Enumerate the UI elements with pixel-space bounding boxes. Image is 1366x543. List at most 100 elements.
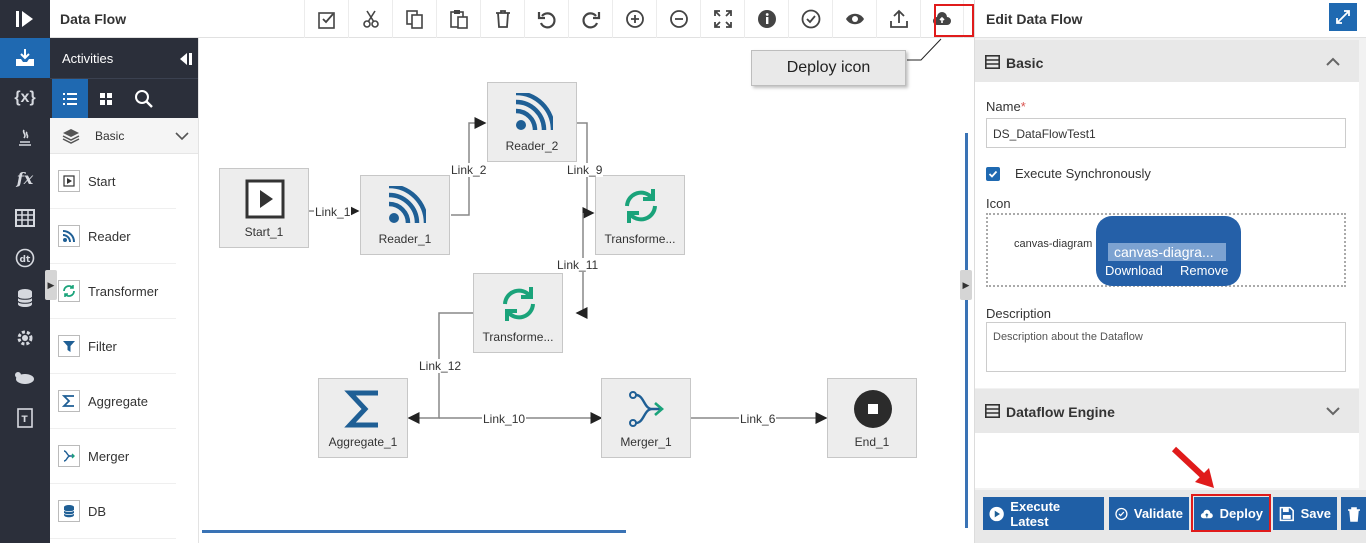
export-upload-icon[interactable] <box>876 0 920 38</box>
table-rail-icon[interactable] <box>0 198 50 238</box>
link-label[interactable]: Link_1 <box>314 205 352 219</box>
node-label: Start_1 <box>244 225 284 239</box>
link-label[interactable]: Link_6 <box>739 412 777 426</box>
function-rail-icon[interactable]: fx <box>0 158 50 198</box>
trash-icon <box>1348 506 1360 522</box>
node-start[interactable]: Start_1 <box>219 168 309 248</box>
paste-icon[interactable] <box>436 0 480 38</box>
expand-icon[interactable] <box>1329 3 1357 31</box>
canvas-horizontal-scrollbar[interactable] <box>202 530 626 533</box>
activity-filter[interactable]: Filter <box>50 319 176 374</box>
java-rail-icon[interactable] <box>0 118 50 158</box>
right-panel-toggle-handle[interactable]: ▶ <box>960 270 972 300</box>
template-rail-icon[interactable]: T <box>0 398 50 438</box>
play-icon <box>58 170 80 192</box>
node-reader-1[interactable]: Reader_1 <box>360 175 450 255</box>
category-label: Basic <box>95 129 125 143</box>
preview-eye-icon[interactable] <box>832 0 876 38</box>
play-circle-icon <box>989 506 1004 521</box>
left-panel-toggle-handle[interactable]: ▶ <box>45 270 57 300</box>
validate-button[interactable]: Validate <box>1109 497 1189 530</box>
app-logo-icon[interactable] <box>0 0 50 38</box>
link-label[interactable]: Link_2 <box>450 163 488 177</box>
node-aggregate[interactable]: Aggregate_1 <box>318 378 408 458</box>
activity-label: Transformer <box>88 284 159 299</box>
properties-title: Edit Data Flow <box>986 11 1083 27</box>
section-icon <box>985 55 1000 69</box>
activity-label: Merger <box>88 449 130 464</box>
node-reader-2[interactable]: Reader_2 <box>487 82 577 162</box>
activities-view-tabs <box>50 78 198 119</box>
refresh-icon <box>503 287 535 321</box>
description-textarea[interactable]: Description about the Dataflow <box>986 322 1346 372</box>
activity-label: Filter <box>88 339 117 354</box>
datatype-rail-icon[interactable]: dt <box>0 238 50 278</box>
engine-section-header[interactable]: Dataflow Engine <box>975 389 1359 433</box>
node-merger[interactable]: Merger_1 <box>601 378 691 458</box>
sigma-icon <box>58 390 80 412</box>
activities-panel: Activities Basic Start Reader Transforme… <box>50 38 199 543</box>
chevron-up-icon[interactable] <box>1325 54 1341 70</box>
link-label[interactable]: Link_12 <box>418 359 463 373</box>
fit-screen-icon[interactable] <box>700 0 744 38</box>
chevron-down-icon[interactable] <box>1325 403 1341 419</box>
settings-rail-icon[interactable] <box>0 318 50 358</box>
node-end[interactable]: End_1 <box>827 378 917 458</box>
stop-icon <box>854 390 892 428</box>
remove-link[interactable]: Remove <box>1180 263 1228 278</box>
grid-view-icon[interactable] <box>88 79 124 119</box>
list-view-icon[interactable] <box>52 79 88 119</box>
redo-icon[interactable] <box>568 0 612 38</box>
collapse-panel-icon[interactable] <box>177 51 193 67</box>
name-input[interactable]: DS_DataFlowTest1 <box>986 118 1346 148</box>
activity-reader[interactable]: Reader <box>50 209 176 264</box>
engine-section-body <box>975 433 1359 488</box>
sigma-icon <box>344 390 378 428</box>
activity-merger[interactable]: Merger <box>50 429 176 484</box>
delete-button[interactable] <box>1341 497 1366 530</box>
delete-icon[interactable] <box>480 0 524 38</box>
database-rail-icon[interactable] <box>0 278 50 318</box>
node-transformer-b[interactable]: Transforme... <box>473 273 563 353</box>
category-select[interactable]: Basic <box>50 118 198 154</box>
link-label[interactable]: Link_11 <box>556 258 600 272</box>
undo-icon[interactable] <box>524 0 568 38</box>
cut-icon[interactable] <box>348 0 392 38</box>
deploy-icon-callout: Deploy icon <box>751 50 906 86</box>
activities-title: Activities <box>62 51 114 66</box>
node-transformer-a[interactable]: Transforme... <box>595 175 685 255</box>
dataflow-rail-icon[interactable] <box>0 38 50 78</box>
execute-sync-checkbox[interactable] <box>986 167 1000 181</box>
activity-transformer[interactable]: Transformer <box>50 264 176 319</box>
check-circle-icon <box>1115 507 1128 520</box>
activity-aggregate[interactable]: Aggregate <box>50 374 176 429</box>
rss-icon <box>388 186 426 224</box>
top-toolbar: Data Flow <box>50 0 974 38</box>
execute-latest-button[interactable]: Execute Latest <box>983 497 1104 530</box>
basic-section-title: Basic <box>1006 55 1044 71</box>
activity-label: Reader <box>88 229 131 244</box>
activity-db[interactable]: DB <box>50 484 176 539</box>
canvas-vertical-scrollbar[interactable] <box>965 133 968 528</box>
activity-start[interactable]: Start <box>50 154 176 209</box>
copy-icon[interactable] <box>392 0 436 38</box>
links-layer <box>309 38 942 424</box>
info-icon[interactable] <box>744 0 788 38</box>
dataflow-canvas[interactable]: Deploy icon Start_1 Reader_1 Reader_2 Tr… <box>199 38 974 543</box>
validate-icon[interactable] <box>788 0 832 38</box>
hadoop-rail-icon[interactable] <box>0 358 50 398</box>
icon-dropzone[interactable]: canvas-diagram canvas-diagra... Download… <box>986 213 1346 287</box>
node-label: End_1 <box>854 435 890 449</box>
link-label[interactable]: Link_9 <box>566 163 604 177</box>
link-label[interactable]: Link_10 <box>482 412 527 426</box>
save-button[interactable]: Save <box>1273 497 1337 530</box>
save-icon <box>1279 506 1294 521</box>
zoom-in-icon[interactable] <box>612 0 656 38</box>
select-all-icon[interactable] <box>304 0 348 38</box>
zoom-out-icon[interactable] <box>656 0 700 38</box>
basic-section-header[interactable]: Basic <box>975 40 1359 84</box>
search-icon[interactable] <box>126 79 162 119</box>
variables-rail-icon[interactable]: {x} <box>0 78 50 118</box>
activity-label: Start <box>88 174 116 189</box>
download-link[interactable]: Download <box>1105 263 1163 278</box>
